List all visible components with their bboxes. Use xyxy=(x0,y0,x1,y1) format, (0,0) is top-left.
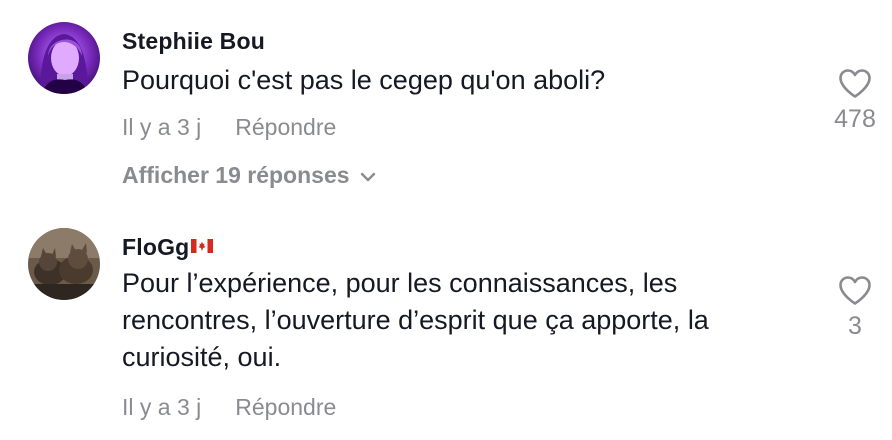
comment-timestamp: Il y a 3 j xyxy=(122,394,202,420)
avatar[interactable] xyxy=(28,22,100,94)
like-button[interactable]: 3 xyxy=(815,275,892,341)
heart-icon xyxy=(839,276,871,305)
comment-username[interactable]: Stephiie Bou xyxy=(122,28,265,55)
avatar[interactable] xyxy=(28,228,100,300)
comment-username[interactable]: FloGg xyxy=(122,234,214,261)
comment-text: Pour l’expérience, pour les connaissance… xyxy=(122,268,709,372)
view-replies-label: Afficher 19 réponses xyxy=(122,162,350,188)
username-text: FloGg xyxy=(122,234,190,260)
chevron-down-icon xyxy=(360,172,375,182)
comment-item: Stephiie Bou Pourquoi c'est pas le cegep… xyxy=(0,0,892,200)
avatar-cats-icon xyxy=(28,228,100,300)
like-button[interactable]: 478 xyxy=(815,68,892,134)
avatar-purple-portrait-icon xyxy=(28,22,100,94)
canada-flag-icon xyxy=(191,239,214,253)
view-replies-button[interactable]: Afficher 19 réponses xyxy=(122,162,376,189)
like-count: 3 xyxy=(848,312,862,340)
comment-meta: Il y a 3 j Répondre xyxy=(122,114,336,141)
comment-timestamp: Il y a 3 j xyxy=(122,114,202,140)
reply-button[interactable]: Répondre xyxy=(235,394,336,420)
comment-item: FloGg Pour l’expérience, pour les connai… xyxy=(0,200,892,440)
heart-icon xyxy=(839,69,871,98)
comment-meta: Il y a 3 j Répondre xyxy=(122,394,336,421)
comment-text: Pourquoi c'est pas le cegep qu'on aboli? xyxy=(122,65,606,95)
like-count: 478 xyxy=(834,105,876,133)
reply-button[interactable]: Répondre xyxy=(235,114,336,140)
